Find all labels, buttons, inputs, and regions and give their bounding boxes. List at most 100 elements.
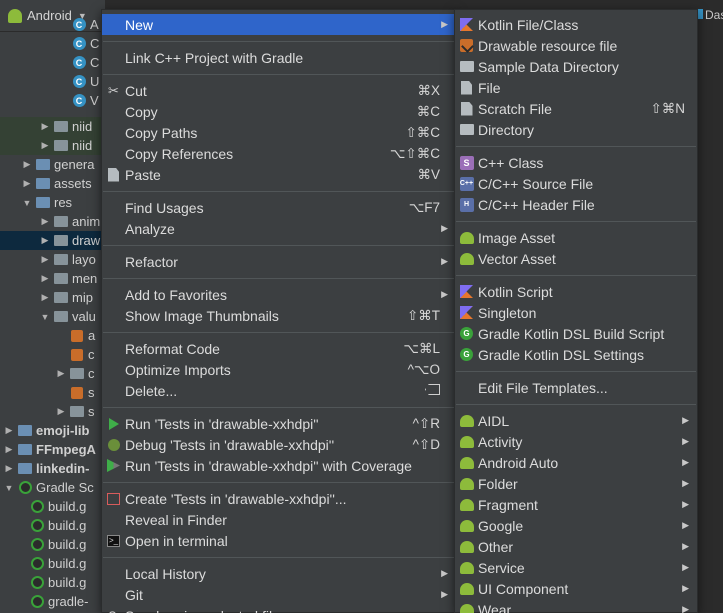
menu-item-copy[interactable]: Copy ⌘C [102, 101, 456, 122]
menu-item-directory[interactable]: Directory [455, 119, 697, 140]
collapse-arrow-icon[interactable]: ▼ [40, 312, 50, 322]
menu-item-link-c-project-with-gradle[interactable]: Link C++ Project with Gradle [102, 47, 456, 68]
tree-item[interactable]: ▶ niid [0, 136, 105, 155]
new-submenu[interactable]: Kotlin File/Class Drawable resource file S… [454, 9, 698, 613]
tree-item[interactable]: ▶ draw [0, 231, 105, 250]
tree-item[interactable]: ▶ emoji-lib [0, 421, 105, 440]
expand-arrow-icon[interactable]: ▶ [56, 406, 66, 417]
expand-arrow-icon[interactable]: ▶ [22, 159, 32, 170]
tree-item[interactable]: build.g [0, 554, 105, 573]
menu-item-delete[interactable]: Delete... [102, 380, 456, 401]
menu-item-cut[interactable]: ✂ Cut ⌘X [102, 80, 456, 101]
expand-arrow-icon[interactable]: ▶ [56, 368, 66, 379]
menu-item-copy-paths[interactable]: Copy Paths ⇧⌘C [102, 122, 456, 143]
menu-item-vector-asset[interactable]: Vector Asset [455, 248, 697, 269]
expand-arrow-icon[interactable]: ▶ [4, 463, 14, 474]
expand-arrow-icon[interactable]: ▶ [40, 216, 50, 227]
menu-item-scratch-file[interactable]: Scratch File ⇧⌘N [455, 98, 697, 119]
tree-item[interactable]: ▶ mip [0, 288, 105, 307]
menu-item-synchronize-selected-files[interactable]: ⟳ Synchronize selected files [102, 605, 456, 613]
menu-item-android-auto[interactable]: Android Auto ▶ [455, 452, 697, 473]
menu-item-gradle-kotlin-dsl-settings[interactable]: G Gradle Kotlin DSL Settings [455, 344, 697, 365]
editor-tab[interactable]: Das [695, 8, 723, 22]
tree-item[interactable]: build.g [0, 535, 105, 554]
collapse-arrow-icon[interactable]: ▼ [4, 483, 14, 493]
tree-item[interactable]: ▼ Gradle Sc [0, 478, 105, 497]
tree-item[interactable]: CU [0, 72, 105, 91]
menu-item-run-tests-in-drawable-xxhdpi-with-coverage[interactable]: Run 'Tests in 'drawable-xxhdpi'' with Co… [102, 455, 456, 476]
menu-item-other[interactable]: Other ▶ [455, 536, 697, 557]
menu-item-analyze[interactable]: Analyze ▶ [102, 218, 456, 239]
tree-item[interactable]: ▶ men [0, 269, 105, 288]
tree-item[interactable]: ▶ assets [0, 174, 105, 193]
tree-item[interactable]: gradle- [0, 592, 105, 611]
menu-item-refactor[interactable]: Refactor ▶ [102, 251, 456, 272]
menu-item-aidl[interactable]: AIDL ▶ [455, 410, 697, 431]
tree-item[interactable]: ▶ anim [0, 212, 105, 231]
expand-arrow-icon[interactable]: ▶ [22, 178, 32, 189]
tree-item[interactable]: CV [0, 91, 105, 110]
menu-item-new[interactable]: New ▶ [102, 14, 456, 35]
tree-item[interactable]: ▼ valu [0, 307, 105, 326]
menu-item-open-in-terminal[interactable]: >_ Open in terminal [102, 530, 456, 551]
menu-item-c-class[interactable]: S C++ Class [455, 152, 697, 173]
menu-item-singleton[interactable]: Singleton [455, 302, 697, 323]
menu-item-debug-tests-in-drawable-xxhdpi[interactable]: Debug 'Tests in 'drawable-xxhdpi'' ^⇧D [102, 434, 456, 455]
tree-item[interactable]: CC [0, 34, 105, 53]
menu-item-kotlin-file-class[interactable]: Kotlin File/Class [455, 14, 697, 35]
tree-item[interactable]: ▶ s [0, 402, 105, 421]
expand-arrow-icon[interactable]: ▶ [40, 273, 50, 284]
menu-item-show-image-thumbnails[interactable]: Show Image Thumbnails ⇧⌘T [102, 305, 456, 326]
menu-item-c-c-header-file[interactable]: H C/C++ Header File [455, 194, 697, 215]
tree-item[interactable]: s [0, 383, 105, 402]
tree-item[interactable]: build.g [0, 516, 105, 535]
menu-item-git[interactable]: Git ▶ [102, 584, 456, 605]
menu-item-edit-file-templates[interactable]: Edit File Templates... [455, 377, 697, 398]
menu-item-service[interactable]: Service ▶ [455, 557, 697, 578]
tree-item[interactable]: c [0, 345, 105, 364]
menu-item-local-history[interactable]: Local History ▶ [102, 563, 456, 584]
context-menu[interactable]: New ▶ Link C++ Project with Gradle ✂ Cut ⌘X Co… [101, 9, 457, 613]
expand-arrow-icon[interactable]: ▶ [40, 121, 50, 132]
menu-item-find-usages[interactable]: Find Usages ⌥F7 [102, 197, 456, 218]
tree-item[interactable]: ▼ res [0, 193, 105, 212]
menu-item-paste[interactable]: Paste ⌘V [102, 164, 456, 185]
menu-item-reformat-code[interactable]: Reformat Code ⌥⌘L [102, 338, 456, 359]
expand-arrow-icon[interactable]: ▶ [40, 254, 50, 265]
menu-item-google[interactable]: Google ▶ [455, 515, 697, 536]
menu-item-file[interactable]: File [455, 77, 697, 98]
tree-item[interactable]: ▶ linkedin- [0, 459, 105, 478]
project-tree-panel[interactable]: Android ▼ C A C C C C C U C V ▶ niid ▶ niid ▶ genera ▶ as… [0, 0, 105, 613]
menu-item-copy-references[interactable]: Copy References ⌥⇧⌘C [102, 143, 456, 164]
menu-item-image-asset[interactable]: Image Asset [455, 227, 697, 248]
tree-item[interactable]: ▶ niid [0, 117, 105, 136]
expand-arrow-icon[interactable]: ▶ [40, 235, 50, 246]
menu-item-add-to-favorites[interactable]: Add to Favorites ▶ [102, 284, 456, 305]
menu-item-create-tests-in-drawable-xxhdpi[interactable]: Create 'Tests in 'drawable-xxhdpi''... [102, 488, 456, 509]
expand-arrow-icon[interactable]: ▶ [40, 292, 50, 303]
tree-item[interactable]: CC [0, 53, 105, 72]
expand-arrow-icon[interactable]: ▶ [40, 140, 50, 151]
tree-item[interactable]: ▶ c [0, 364, 105, 383]
menu-item-gradle-kotlin-dsl-build-script[interactable]: G Gradle Kotlin DSL Build Script [455, 323, 697, 344]
menu-item-optimize-imports[interactable]: Optimize Imports ^⌥O [102, 359, 456, 380]
menu-item-kotlin-script[interactable]: Kotlin Script [455, 281, 697, 302]
menu-item-activity[interactable]: Activity ▶ [455, 431, 697, 452]
menu-item-wear[interactable]: Wear ▶ [455, 599, 697, 613]
expand-arrow-icon[interactable]: ▶ [4, 425, 14, 436]
tree-item[interactable]: ▶ genera [0, 155, 105, 174]
menu-item-folder[interactable]: Folder ▶ [455, 473, 697, 494]
menu-item-sample-data-directory[interactable]: Sample Data Directory [455, 56, 697, 77]
tree-item[interactable]: a [0, 326, 105, 345]
menu-item-fragment[interactable]: Fragment ▶ [455, 494, 697, 515]
menu-item-ui-component[interactable]: UI Component ▶ [455, 578, 697, 599]
tree-item[interactable]: CA [0, 15, 105, 34]
menu-item-reveal-in-finder[interactable]: Reveal in Finder [102, 509, 456, 530]
tree-item[interactable]: build.g [0, 497, 105, 516]
tree-item[interactable]: ▶ FFmpegA [0, 440, 105, 459]
menu-item-run-tests-in-drawable-xxhdpi[interactable]: Run 'Tests in 'drawable-xxhdpi'' ^⇧R [102, 413, 456, 434]
expand-arrow-icon[interactable]: ▶ [4, 444, 14, 455]
collapse-arrow-icon[interactable]: ▼ [22, 198, 32, 208]
tree-item[interactable]: build.g [0, 573, 105, 592]
menu-item-c-c-source-file[interactable]: C++ C/C++ Source File [455, 173, 697, 194]
